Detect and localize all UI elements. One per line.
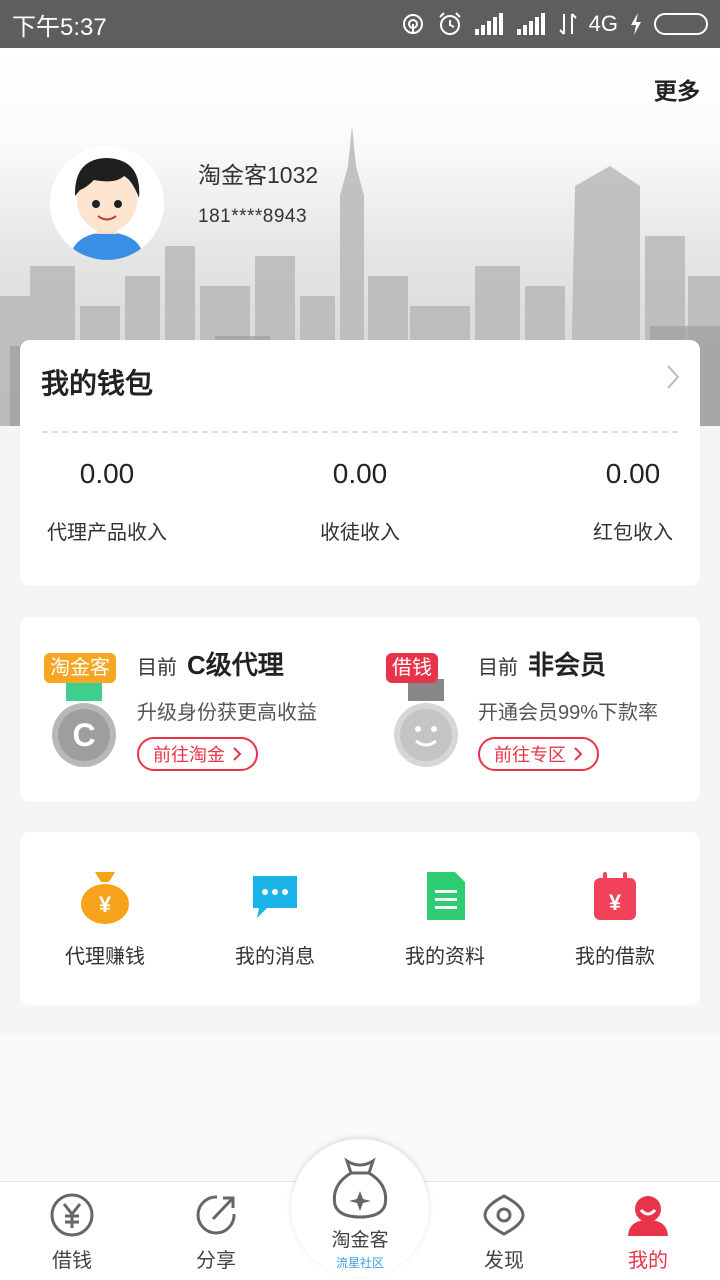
wallet-agent-income[interactable]: 0.00 代理产品收入 [42, 458, 172, 545]
shortcut-label: 我的消息 [235, 946, 315, 968]
avatar[interactable] [50, 146, 164, 260]
tab-sublabel: 流星社区 [335, 1256, 384, 1270]
share-icon [196, 1195, 236, 1235]
wallet-label: 红包收入 [593, 522, 673, 544]
chevron-right-icon [233, 747, 242, 761]
money-bag-icon: ¥ [81, 872, 129, 924]
wallet-value: 0.00 [79, 458, 135, 489]
yen-icon [50, 1193, 94, 1237]
battery-icon [654, 13, 708, 35]
chevron-right-icon [574, 747, 583, 761]
data-arrows-icon [558, 12, 577, 36]
agent-level: C级代理 [187, 650, 284, 680]
go-taojin-button[interactable]: 前往淘金 [137, 737, 258, 771]
shortcut-label: 我的资料 [405, 946, 485, 968]
tab-taojinke[interactable]: 淘金客 流星社区 [291, 1139, 429, 1277]
eye-icon [483, 1194, 525, 1236]
shortcut-label: 我的借款 [575, 946, 655, 968]
more-button[interactable]: 更多 [654, 72, 700, 106]
chevron-right-icon[interactable] [666, 364, 680, 395]
svg-text:C: C [72, 717, 95, 753]
network-type: 4G [588, 11, 618, 36]
charging-icon [630, 13, 642, 35]
alarm-icon [437, 11, 463, 37]
signal-icon [474, 13, 505, 35]
shortcut-profile-data[interactable]: 我的资料 [360, 868, 530, 969]
tab-mine[interactable]: 我的 [598, 1192, 698, 1273]
wallet-title: 我的钱包 [41, 368, 154, 399]
loan-calendar-icon: ¥ [594, 872, 636, 920]
tab-label: 淘金客 [331, 1230, 389, 1251]
wallet-redpacket-income[interactable]: 0.00 红包收入 [568, 458, 698, 545]
wallet-value: 0.00 [605, 458, 661, 489]
status-bar: 下午5:37 4G [0, 0, 720, 48]
shortcut-grid: ¥ 代理赚钱 我的消息 我的资料 ¥ 我的借款 [20, 832, 700, 1005]
tab-discover[interactable]: 发现 [454, 1192, 554, 1273]
hotspot-icon [401, 12, 425, 36]
signal-icon [516, 13, 547, 35]
current-label: 目前 [137, 657, 177, 679]
agent-level-block: C 淘金客 目前 C级代理 升级身份获更高收益 前往淘金 [20, 617, 360, 802]
shortcut-label: 代理赚钱 [65, 946, 145, 968]
tab-label: 分享 [196, 1250, 236, 1272]
member-status-block: 借钱 目前 非会员 开通会员99%下款率 前往专区 [360, 617, 700, 802]
divider [42, 431, 678, 433]
wallet-card[interactable]: 我的钱包 0.00 代理产品收入 0.00 收徒收入 0.00 红包收入 [20, 340, 700, 586]
go-zone-button[interactable]: 前往专区 [478, 737, 599, 771]
message-icon [253, 876, 297, 918]
wallet-value: 0.00 [332, 458, 388, 489]
loan-tag: 借钱 [386, 653, 438, 683]
agent-tag: 淘金客 [44, 653, 116, 683]
tab-borrow[interactable]: 借钱 [22, 1192, 122, 1273]
shortcut-agent-earn[interactable]: ¥ 代理赚钱 [20, 868, 190, 969]
current-label: 目前 [478, 657, 518, 679]
username: 淘金客1032 [198, 162, 319, 188]
shortcut-my-loans[interactable]: ¥ 我的借款 [530, 868, 700, 969]
phone-number: 181****8943 [198, 206, 308, 227]
tab-label: 借钱 [52, 1250, 92, 1272]
member-description: 开通会员99%下款率 [478, 702, 659, 724]
agent-medal: C 淘金客 [44, 653, 124, 769]
shortcut-messages[interactable]: 我的消息 [190, 868, 360, 969]
go-zone-label: 前往专区 [494, 745, 566, 765]
profile-icon [628, 1196, 668, 1236]
member-level: 非会员 [528, 650, 607, 680]
tab-label: 我的 [628, 1250, 668, 1272]
status-time: 下午5:37 [12, 13, 107, 41]
svg-text:¥: ¥ [99, 892, 112, 917]
go-taojin-label: 前往淘金 [153, 745, 225, 765]
tab-share[interactable]: 分享 [166, 1192, 266, 1273]
member-medal: 借钱 [386, 653, 466, 769]
document-icon [427, 872, 465, 920]
wallet-label: 代理产品收入 [47, 522, 167, 544]
membership-card: C 淘金客 目前 C级代理 升级身份获更高收益 前往淘金 借钱 目前 非会员 开通会… [20, 617, 700, 802]
agent-description: 升级身份获更高收益 [137, 702, 317, 724]
treasure-bag-icon [332, 1157, 388, 1219]
wallet-apprentice-income[interactable]: 0.00 收徒收入 [295, 458, 425, 545]
svg-text:¥: ¥ [609, 890, 622, 915]
wallet-label: 收徒收入 [320, 522, 400, 544]
agent-info: 目前 C级代理 升级身份获更高收益 前往淘金 [137, 645, 317, 771]
tab-label: 发现 [484, 1250, 524, 1272]
member-info: 目前 非会员 开通会员99%下款率 前往专区 [478, 645, 658, 771]
